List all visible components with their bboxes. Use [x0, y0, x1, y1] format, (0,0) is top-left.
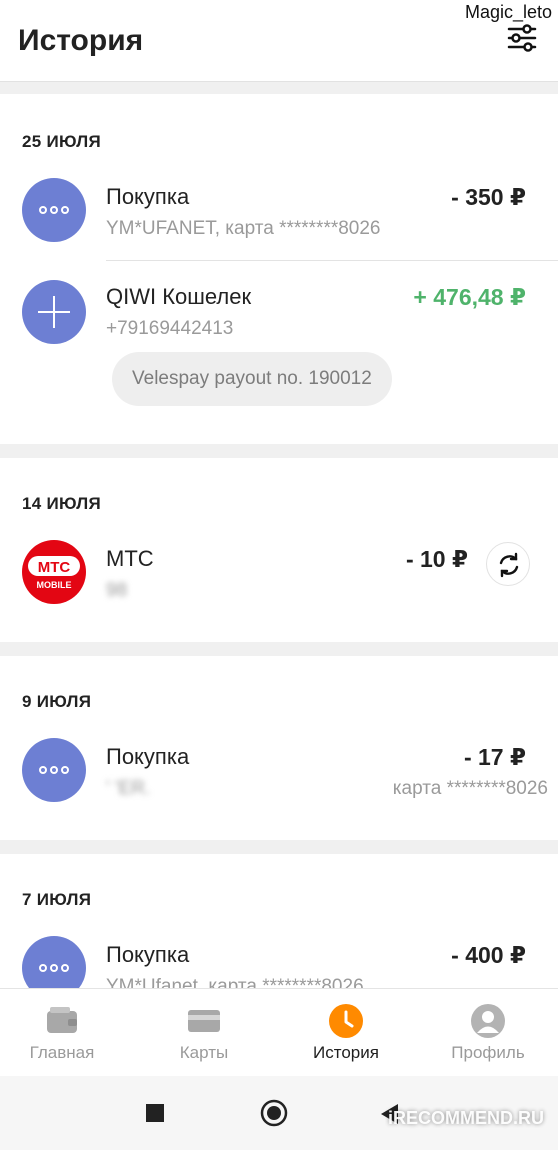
more-dots-icon [22, 178, 86, 242]
group-date: 9 ИЮЛЯ [22, 692, 92, 711]
transaction-amount: - 10 ₽ [405, 546, 468, 572]
filter-sliders-icon[interactable] [506, 22, 538, 54]
transaction-title: МТС [106, 546, 154, 571]
transaction-row-qiwi[interactable]: QIWI Кошелек +79169442413 + 476,48 ₽ Vel… [0, 272, 558, 412]
history-group-14-july: 14 ИЮЛЯ МТС MOBILE МТС 98 - 10 ₽ [0, 458, 558, 642]
transaction-subtitle: YM*Ufanet, карта ********8026 [106, 976, 364, 988]
group-date: 14 ИЮЛЯ [22, 494, 101, 513]
transaction-subtitle-masked: ' 'ER. [106, 778, 151, 799]
nav-item-profile[interactable]: Профиль [418, 989, 558, 1077]
transaction-title: Покупка [106, 744, 190, 769]
circle-icon[interactable] [259, 1098, 289, 1128]
row-divider [106, 260, 558, 261]
card-icon [186, 1003, 222, 1039]
history-group-25-july: 25 ИЮЛЯ Покупка YM*UFANET, карта *******… [0, 94, 558, 444]
repeat-icon[interactable] [486, 542, 530, 586]
transaction-row-purchase[interactable]: Покупка ' 'ER. карта ********8026 - 17 ₽ [0, 734, 558, 824]
transaction-subtitle-masked: 98 [106, 580, 128, 601]
mts-logo: МТС MOBILE [22, 540, 86, 604]
transaction-row-purchase-ufanet[interactable]: Покупка YM*UFANET, карта ********8026 - … [0, 172, 558, 260]
nav-label: История [313, 1043, 379, 1062]
square-icon[interactable] [146, 1104, 164, 1122]
more-dots-icon [22, 936, 86, 988]
history-group-7-july: 7 ИЮЛЯ Покупка YM*Ufanet, карта ********… [0, 854, 558, 988]
mts-logo-subtext: MOBILE [37, 580, 72, 590]
group-date: 25 ИЮЛЯ [22, 132, 101, 151]
transaction-amount: - 400 ₽ [451, 942, 526, 968]
nav-label: Профиль [451, 1043, 525, 1062]
transaction-amount: - 350 ₽ [451, 184, 526, 210]
transaction-subtitle: +79169442413 [106, 318, 234, 339]
transaction-subtitle-card: карта ********8026 [392, 778, 548, 799]
watermark-logo: iRECOMMEND.RU [388, 1108, 544, 1128]
watermark-username: Magic_leto [464, 2, 552, 22]
page-title: История [18, 24, 144, 57]
history-group-9-july: 9 ИЮЛЯ Покупка ' 'ER. карта ********8026… [0, 656, 558, 840]
nav-label: Главная [29, 1043, 95, 1062]
transaction-title: QIWI Кошелек [106, 284, 252, 309]
nav-item-history[interactable]: История [276, 989, 416, 1077]
transaction-row-mts[interactable]: МТС MOBILE МТС 98 - 10 ₽ [0, 536, 558, 626]
group-date: 7 ИЮЛЯ [22, 890, 92, 909]
profile-icon [470, 1003, 506, 1039]
wallet-icon [44, 1003, 80, 1039]
transaction-comment-bubble: Velespay payout no. 190012 [112, 352, 392, 406]
mts-logo-text: МТС [38, 559, 71, 576]
transaction-title: Покупка [106, 942, 190, 967]
plus-icon [22, 280, 86, 344]
clock-icon [328, 1003, 364, 1039]
nav-label: Карты [179, 1043, 229, 1062]
nav-item-cards[interactable]: Карты [134, 989, 274, 1077]
nav-item-home[interactable]: Главная [0, 989, 132, 1077]
app-header: Magic_leto История [0, 0, 558, 82]
more-dots-icon [22, 738, 86, 802]
transaction-subtitle: YM*UFANET, карта ********8026 [106, 218, 381, 239]
transaction-row-purchase-ufanet[interactable]: Покупка YM*Ufanet, карта ********8026 - … [0, 932, 558, 988]
transaction-amount: - 17 ₽ [463, 744, 526, 770]
transaction-amount: + 476,48 ₽ [413, 284, 526, 310]
bottom-navigation: Главная Карты История Профиль [0, 988, 558, 1076]
transaction-title: Покупка [106, 184, 190, 209]
